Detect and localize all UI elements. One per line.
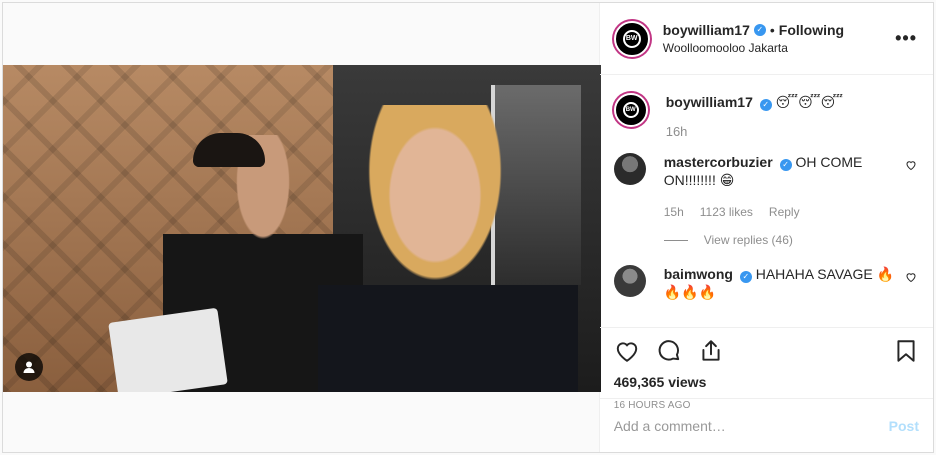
- action-icons: [614, 338, 919, 364]
- comment-username[interactable]: baimwong: [664, 266, 733, 282]
- video-person-right: [318, 105, 578, 392]
- author-logo: BW: [622, 29, 641, 48]
- share-icon[interactable]: [698, 338, 724, 364]
- verified-icon: ✓: [753, 24, 766, 36]
- post-video[interactable]: [3, 65, 601, 392]
- comment-heart-icon[interactable]: [905, 159, 917, 171]
- view-count[interactable]: 469,365 views: [614, 374, 919, 390]
- caption: BW boywilliam17 ✓ 😴😴😴 16h: [613, 93, 917, 141]
- comments-list[interactable]: BW boywilliam17 ✓ 😴😴😴 16h mastercorbuzie…: [600, 75, 933, 327]
- caption-time[interactable]: 16h: [666, 123, 917, 141]
- comment-likes[interactable]: 1123 likes: [700, 203, 753, 221]
- comment-icon[interactable]: [656, 338, 682, 364]
- post-location[interactable]: Woolloomooloo Jakarta: [663, 41, 895, 55]
- comment-username[interactable]: mastercorbuzier: [664, 154, 773, 170]
- caption-logo: BW: [622, 102, 639, 118]
- bookmark-icon[interactable]: [893, 338, 919, 364]
- comment-heart-icon[interactable]: [905, 271, 917, 283]
- view-replies[interactable]: View replies (46): [663, 233, 917, 247]
- more-icon[interactable]: •••: [895, 28, 917, 49]
- instagram-post: BW boywilliam17 ✓ • Following Woolloomoo…: [2, 2, 934, 453]
- caption-avatar[interactable]: BW: [613, 93, 648, 127]
- media-panel: [3, 3, 601, 452]
- comment-item: baimwong ✓ HAHAHA SAVAGE 🔥🔥🔥🔥: [613, 265, 917, 301]
- video-person-left-hair: [193, 133, 265, 167]
- comment-body: mastercorbuzier ✓ OH COME ON!!!!!!!! 😁 1…: [664, 153, 897, 221]
- user-tag-icon[interactable]: [15, 353, 43, 381]
- comment-avatar[interactable]: [613, 265, 646, 297]
- author-username[interactable]: boywilliam17: [663, 22, 750, 38]
- post-sidebar: BW boywilliam17 ✓ • Following Woolloomoo…: [599, 3, 933, 452]
- comment-composer: Post: [599, 398, 933, 452]
- comment-avatar[interactable]: [613, 153, 646, 185]
- author-info: boywilliam17 ✓ • Following Woolloomooloo…: [663, 22, 895, 55]
- video-paper: [108, 307, 228, 392]
- author-avatar[interactable]: BW: [613, 20, 650, 57]
- comment-body: baimwong ✓ HAHAHA SAVAGE 🔥🔥🔥🔥: [664, 265, 897, 301]
- comment-meta: 15h 1123 likes Reply: [664, 203, 897, 221]
- view-replies-line: [663, 239, 688, 241]
- post-button[interactable]: Post: [889, 418, 919, 434]
- comment-time[interactable]: 15h: [664, 203, 684, 221]
- verified-icon: ✓: [759, 99, 772, 111]
- verified-icon: ✓: [739, 271, 752, 283]
- comment-item: mastercorbuzier ✓ OH COME ON!!!!!!!! 😁 1…: [613, 153, 917, 221]
- caption-username[interactable]: boywilliam17: [666, 94, 753, 110]
- view-replies-label[interactable]: View replies (46): [704, 233, 793, 247]
- caption-body: boywilliam17 ✓ 😴😴😴 16h: [666, 93, 917, 141]
- caption-text: 😴😴😴: [775, 94, 844, 110]
- following-button[interactable]: Following: [779, 22, 844, 38]
- post-header: BW boywilliam17 ✓ • Following Woolloomoo…: [599, 3, 933, 75]
- comment-input[interactable]: [613, 417, 889, 434]
- comment-reply-button[interactable]: Reply: [769, 203, 800, 221]
- verified-icon: ✓: [779, 159, 792, 171]
- separator-dot: •: [769, 22, 775, 38]
- heart-icon[interactable]: [614, 338, 640, 364]
